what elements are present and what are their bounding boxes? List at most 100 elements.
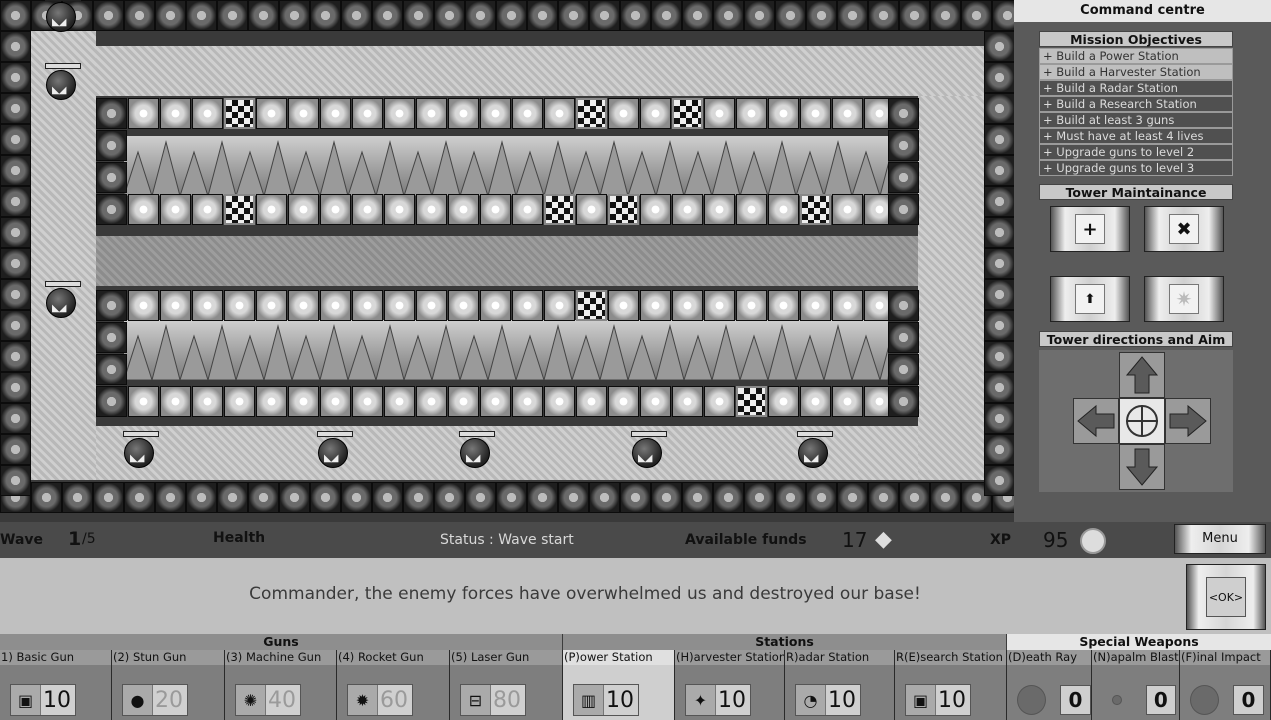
build-slot-tile[interactable] <box>832 194 863 225</box>
build-slot-tile[interactable] <box>224 290 255 321</box>
detonate-tower-button[interactable]: ✷ <box>1144 276 1224 322</box>
special-weapon-slot[interactable]: (N)apalm Blast 0 <box>1092 650 1180 720</box>
build-slot-tile[interactable] <box>352 98 383 129</box>
build-slot-tile[interactable] <box>128 386 159 417</box>
build-slot-tile[interactable] <box>448 194 479 225</box>
enemy-creep[interactable] <box>45 63 81 100</box>
build-slot-tile[interactable] <box>384 98 415 129</box>
build-slot-tile[interactable] <box>320 386 351 417</box>
build-slot-tile[interactable] <box>512 194 543 225</box>
build-slot-tile[interactable] <box>192 386 223 417</box>
station-slot[interactable]: R(E)search Station ▣ 10 <box>895 650 1007 720</box>
build-slot-tile[interactable] <box>384 386 415 417</box>
gun-slot[interactable]: (3) Machine Gun ✺ 40 <box>225 650 337 720</box>
build-slot-tile[interactable] <box>768 290 799 321</box>
build-slot-tile[interactable] <box>512 386 543 417</box>
build-slot-tile[interactable] <box>288 194 319 225</box>
build-slot-tile[interactable] <box>608 290 639 321</box>
build-slot-tile[interactable] <box>160 98 191 129</box>
build-slot-tile[interactable] <box>128 98 159 129</box>
build-slot-tile[interactable] <box>288 386 319 417</box>
build-slot-tile[interactable] <box>288 290 319 321</box>
build-slot-tile[interactable] <box>640 98 671 129</box>
build-slot-tile[interactable] <box>832 386 863 417</box>
gun-slot[interactable]: (4) Rocket Gun ✹ 60 <box>337 650 450 720</box>
build-slot-tile[interactable] <box>256 290 287 321</box>
build-slot-tile[interactable] <box>544 386 575 417</box>
build-slot-tile[interactable] <box>544 290 575 321</box>
build-slot-tile[interactable] <box>160 386 191 417</box>
special-weapon-slot[interactable]: (F)inal Impact 0 <box>1180 650 1271 720</box>
build-slot-tile[interactable] <box>480 98 511 129</box>
build-slot-tile[interactable] <box>224 194 255 225</box>
build-slot-tile[interactable] <box>640 386 671 417</box>
ok-button[interactable]: <OK> <box>1186 564 1266 630</box>
enemy-creep[interactable] <box>123 431 159 468</box>
build-slot-tile[interactable] <box>320 194 351 225</box>
build-slot-tile[interactable] <box>576 98 607 129</box>
build-slot-tile[interactable] <box>256 98 287 129</box>
build-slot-tile[interactable] <box>640 290 671 321</box>
build-slot-tile[interactable] <box>448 98 479 129</box>
build-slot-tile[interactable] <box>512 98 543 129</box>
aim-right-button[interactable] <box>1165 398 1211 444</box>
build-tower-button[interactable]: + <box>1050 206 1130 252</box>
build-slot-tile[interactable] <box>384 290 415 321</box>
enemy-creep[interactable] <box>45 0 81 32</box>
aim-down-button[interactable] <box>1119 444 1165 490</box>
build-slot-tile[interactable] <box>608 386 639 417</box>
build-slot-tile[interactable] <box>576 386 607 417</box>
upgrade-tower-button[interactable]: ⬆ <box>1050 276 1130 322</box>
gun-slot[interactable]: (2) Stun Gun ● 20 <box>112 650 225 720</box>
build-slot-tile[interactable] <box>192 98 223 129</box>
build-slot-tile[interactable] <box>480 194 511 225</box>
build-slot-tile[interactable] <box>448 290 479 321</box>
build-slot-tile[interactable] <box>256 386 287 417</box>
station-slot[interactable]: (P)ower Station ▥ 10 <box>563 650 675 720</box>
build-slot-tile[interactable] <box>416 194 447 225</box>
build-slot-tile[interactable] <box>608 98 639 129</box>
build-slot-tile[interactable] <box>800 98 831 129</box>
build-slot-tile[interactable] <box>352 290 383 321</box>
build-slot-tile[interactable] <box>256 194 287 225</box>
build-slot-tile[interactable] <box>352 386 383 417</box>
build-slot-tile[interactable] <box>224 386 255 417</box>
aim-left-button[interactable] <box>1073 398 1119 444</box>
station-slot[interactable]: (H)arvester Station ✦ 10 <box>675 650 785 720</box>
build-slot-tile[interactable] <box>800 386 831 417</box>
menu-button[interactable]: Menu <box>1174 524 1266 554</box>
build-slot-tile[interactable] <box>672 386 703 417</box>
build-slot-tile[interactable] <box>384 194 415 225</box>
gun-slot[interactable]: 1) Basic Gun ▣ 10 <box>0 650 112 720</box>
build-slot-tile[interactable] <box>736 386 767 417</box>
build-slot-tile[interactable] <box>160 290 191 321</box>
enemy-creep[interactable] <box>631 431 667 468</box>
special-weapon-slot[interactable]: (D)eath Ray 0 <box>1007 650 1092 720</box>
build-slot-tile[interactable] <box>480 386 511 417</box>
game-map[interactable] <box>0 0 1023 522</box>
build-slot-tile[interactable] <box>800 290 831 321</box>
build-slot-tile[interactable] <box>768 386 799 417</box>
build-slot-tile[interactable] <box>832 290 863 321</box>
enemy-creep[interactable] <box>459 431 495 468</box>
aim-up-button[interactable] <box>1119 352 1165 398</box>
build-slot-tile[interactable] <box>736 98 767 129</box>
build-slot-tile[interactable] <box>672 194 703 225</box>
build-slot-tile[interactable] <box>608 194 639 225</box>
enemy-creep[interactable] <box>797 431 833 468</box>
build-slot-tile[interactable] <box>576 290 607 321</box>
build-slot-tile[interactable] <box>512 290 543 321</box>
build-slot-tile[interactable] <box>224 98 255 129</box>
build-slot-tile[interactable] <box>128 290 159 321</box>
build-slot-tile[interactable] <box>448 386 479 417</box>
build-slot-tile[interactable] <box>192 194 223 225</box>
build-slot-tile[interactable] <box>704 386 735 417</box>
build-slot-tile[interactable] <box>576 194 607 225</box>
sell-tower-button[interactable]: ✖ <box>1144 206 1224 252</box>
build-slot-tile[interactable] <box>128 194 159 225</box>
aim-center-button[interactable] <box>1119 398 1165 444</box>
build-slot-tile[interactable] <box>704 98 735 129</box>
build-slot-tile[interactable] <box>288 98 319 129</box>
build-slot-tile[interactable] <box>704 290 735 321</box>
build-slot-tile[interactable] <box>416 98 447 129</box>
